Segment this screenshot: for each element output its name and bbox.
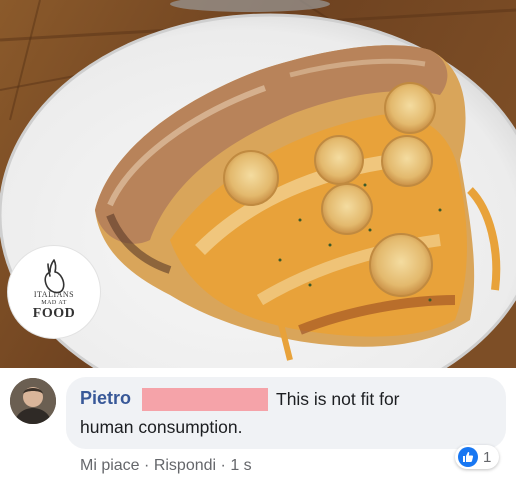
separator-dot: · xyxy=(220,457,226,474)
logo-line-italians: ITALIANS xyxy=(33,290,75,299)
separator-dot: · xyxy=(144,457,150,474)
reaction-count: 1 xyxy=(483,448,492,466)
comment-bubble: Pietro This is not fit for human consump… xyxy=(66,377,506,449)
comment-author[interactable]: Pietro xyxy=(80,388,131,409)
italians-mad-at-food-logo: ITALIANS MAD AT FOOD xyxy=(8,246,100,338)
logo-line-food: FOOD xyxy=(32,306,76,321)
reply-link[interactable]: Rispondi xyxy=(154,457,216,474)
comment-text-line-2: human consumption. xyxy=(80,417,243,437)
like-link[interactable]: Mi piace xyxy=(80,457,140,474)
avatar[interactable] xyxy=(10,378,56,424)
redacted-surname xyxy=(142,388,268,411)
comment-text-line-1: This is not fit for xyxy=(276,389,400,409)
reaction-badge[interactable]: 1 xyxy=(455,445,500,469)
comment-actions: Mi piace · Rispondi · 1 s xyxy=(80,457,252,475)
avatar-photo xyxy=(10,378,56,424)
thumbs-up-icon xyxy=(458,447,478,467)
comment-section: Pietro This is not fit for human consump… xyxy=(0,368,516,480)
timestamp[interactable]: 1 s xyxy=(230,457,251,474)
